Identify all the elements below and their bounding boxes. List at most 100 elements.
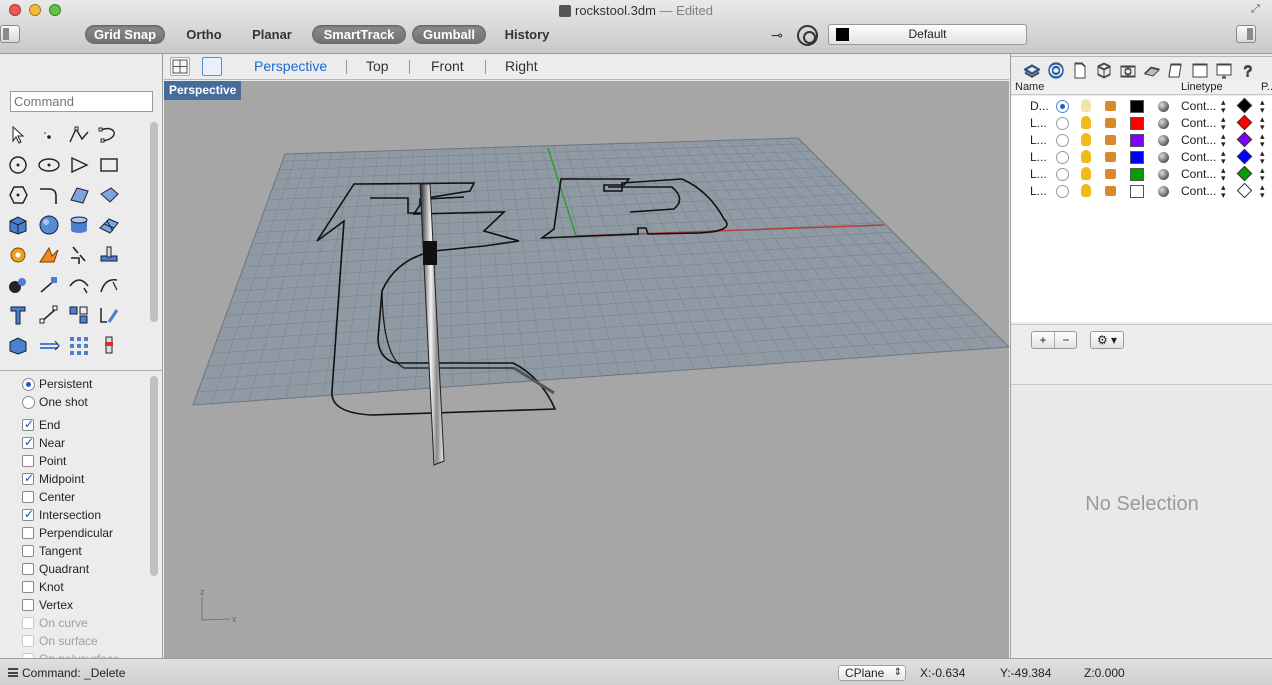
layer-print-color-swatch[interactable]: [1236, 148, 1253, 165]
layers-header-linetype[interactable]: Linetype: [1181, 81, 1223, 93]
layer-linetype[interactable]: Cont...: [1181, 99, 1216, 113]
layer-material-icon[interactable]: [1158, 101, 1169, 112]
record-history-icon[interactable]: [797, 25, 818, 46]
command-history-line[interactable]: Command: _Delete: [22, 666, 125, 680]
layer-name[interactable]: L...: [1030, 150, 1047, 164]
layer-linetype[interactable]: Cont...: [1181, 150, 1216, 164]
current-layer-radio[interactable]: [1056, 117, 1069, 130]
fullscreen-icon[interactable]: ⤢: [1251, 3, 1264, 16]
help-icon[interactable]: ?: [1238, 61, 1258, 81]
print-color-stepper-icon[interactable]: ▴ ▾: [1260, 183, 1265, 200]
print-color-stepper-icon[interactable]: ▴ ▾: [1260, 115, 1265, 132]
current-layer-radio[interactable]: [1056, 151, 1069, 164]
surface-icon[interactable]: [67, 184, 91, 206]
layer-visibility-bulb-icon[interactable]: [1081, 116, 1091, 129]
layer-visibility-bulb-icon[interactable]: [1081, 99, 1091, 112]
layer-name[interactable]: L...: [1030, 116, 1047, 130]
select-arrow-icon[interactable]: [6, 124, 30, 146]
dimension-linear-icon[interactable]: [37, 334, 61, 356]
display-icon[interactable]: [1046, 61, 1066, 79]
object-icon[interactable]: [1094, 61, 1114, 79]
tab-front[interactable]: Front: [431, 58, 464, 74]
text-object-icon[interactable]: [6, 304, 30, 326]
split-icon[interactable]: [67, 244, 91, 266]
command-input[interactable]: [10, 91, 153, 112]
layer-lock-icon[interactable]: [1105, 118, 1116, 128]
curve-icon[interactable]: [97, 124, 121, 146]
layer-name[interactable]: L...: [1030, 167, 1047, 181]
layer-color-swatch[interactable]: [1130, 168, 1144, 181]
layers-header-print[interactable]: P..: [1261, 81, 1272, 93]
polygon-icon[interactable]: [67, 154, 91, 176]
current-layer-radio[interactable]: [1056, 100, 1069, 113]
transform-gear-icon[interactable]: [6, 244, 30, 266]
grid-snap-toggle[interactable]: Grid Snap: [85, 25, 165, 44]
linetype-stepper-icon[interactable]: ▴ ▾: [1221, 115, 1226, 132]
boolean-icon[interactable]: [97, 244, 121, 266]
layer-row[interactable]: L... Cont... ▴ ▾ ▴ ▾: [1011, 183, 1272, 200]
toggle-right-sidebar-button[interactable]: [1236, 25, 1256, 43]
sphere-solid-icon[interactable]: [37, 214, 61, 236]
layer-visibility-bulb-icon[interactable]: [1081, 133, 1091, 146]
single-viewport-button[interactable]: [202, 57, 222, 76]
print-color-stepper-icon[interactable]: ▴ ▾: [1260, 132, 1265, 149]
layer-linetype[interactable]: Cont...: [1181, 116, 1216, 130]
layer-name[interactable]: L...: [1030, 133, 1047, 147]
notes-icon[interactable]: [1166, 61, 1186, 79]
layer-linetype[interactable]: Cont...: [1181, 133, 1216, 147]
ortho-toggle[interactable]: Ortho: [178, 25, 230, 44]
linetype-stepper-icon[interactable]: ▴ ▾: [1221, 98, 1226, 115]
layer-row[interactable]: L... Cont... ▴ ▾ ▴ ▾: [1011, 115, 1272, 132]
fillet-icon[interactable]: [37, 184, 61, 206]
layer-linetype[interactable]: Cont...: [1181, 184, 1216, 198]
layer-linetype[interactable]: Cont...: [1181, 167, 1216, 181]
tab-perspective[interactable]: Perspective: [254, 58, 327, 74]
command-history-menu-icon[interactable]: [8, 668, 18, 677]
render-material-icon[interactable]: [6, 274, 30, 296]
four-viewports-button[interactable]: [170, 57, 190, 76]
polyline-icon[interactable]: [67, 124, 91, 146]
linetype-stepper-icon[interactable]: ▴ ▾: [1221, 183, 1226, 200]
viewport-scene[interactable]: [164, 81, 1009, 658]
layer-print-color-swatch[interactable]: [1236, 131, 1253, 148]
layer-lock-icon[interactable]: [1105, 152, 1116, 162]
add-layer-button[interactable]: +: [1032, 332, 1055, 348]
layer-color-swatch[interactable]: [1130, 151, 1144, 164]
layer-row[interactable]: L... Cont... ▴ ▾ ▴ ▾: [1011, 166, 1272, 183]
tab-top[interactable]: Top: [366, 58, 389, 74]
toggle-left-sidebar-button[interactable]: [0, 25, 20, 43]
layer-print-color-swatch[interactable]: [1236, 165, 1253, 182]
box-solid-icon[interactable]: [6, 214, 30, 236]
layer-visibility-bulb-icon[interactable]: [1081, 184, 1091, 197]
current-layer-radio[interactable]: [1056, 168, 1069, 181]
layer-row[interactable]: L... Cont... ▴ ▾ ▴ ▾: [1011, 149, 1272, 166]
current-layer-radio[interactable]: [1056, 134, 1069, 147]
extrude-solid-icon[interactable]: [6, 334, 30, 356]
planar-toggle[interactable]: Planar: [244, 25, 300, 44]
layer-print-color-swatch[interactable]: [1236, 182, 1253, 199]
layer-name[interactable]: L...: [1030, 184, 1047, 198]
cplane-selector[interactable]: CPlane: [838, 665, 906, 681]
layer-color-swatch[interactable]: [1130, 185, 1144, 198]
layer-print-color-swatch[interactable]: [1236, 114, 1253, 131]
layer-color-swatch[interactable]: [1130, 117, 1144, 130]
history-toggle[interactable]: History: [498, 25, 556, 44]
move-icon[interactable]: [37, 304, 61, 326]
current-layer-dropdown[interactable]: Default: [828, 24, 1027, 45]
monitor-icon[interactable]: [1214, 61, 1234, 79]
view-icon[interactable]: [1190, 61, 1210, 79]
point-icon[interactable]: [37, 124, 61, 146]
viewport-label[interactable]: Perspective: [164, 81, 242, 100]
history-record-icon[interactable]: [97, 334, 121, 356]
tab-right[interactable]: Right: [505, 58, 538, 74]
print-color-stepper-icon[interactable]: ▴ ▾: [1260, 166, 1265, 183]
layer-material-icon[interactable]: [1158, 135, 1169, 146]
layer-color-swatch[interactable]: [1130, 100, 1144, 113]
osnap-toggle-icon[interactable]: ⊸: [767, 27, 787, 43]
ellipse-icon[interactable]: [37, 154, 61, 176]
layer-lock-icon[interactable]: [1105, 169, 1116, 179]
polygon-center-icon[interactable]: [6, 184, 30, 206]
linetype-stepper-icon[interactable]: ▴ ▾: [1221, 149, 1226, 166]
gumball-toggle[interactable]: Gumball: [412, 25, 486, 44]
layer-lock-icon[interactable]: [1105, 135, 1116, 145]
